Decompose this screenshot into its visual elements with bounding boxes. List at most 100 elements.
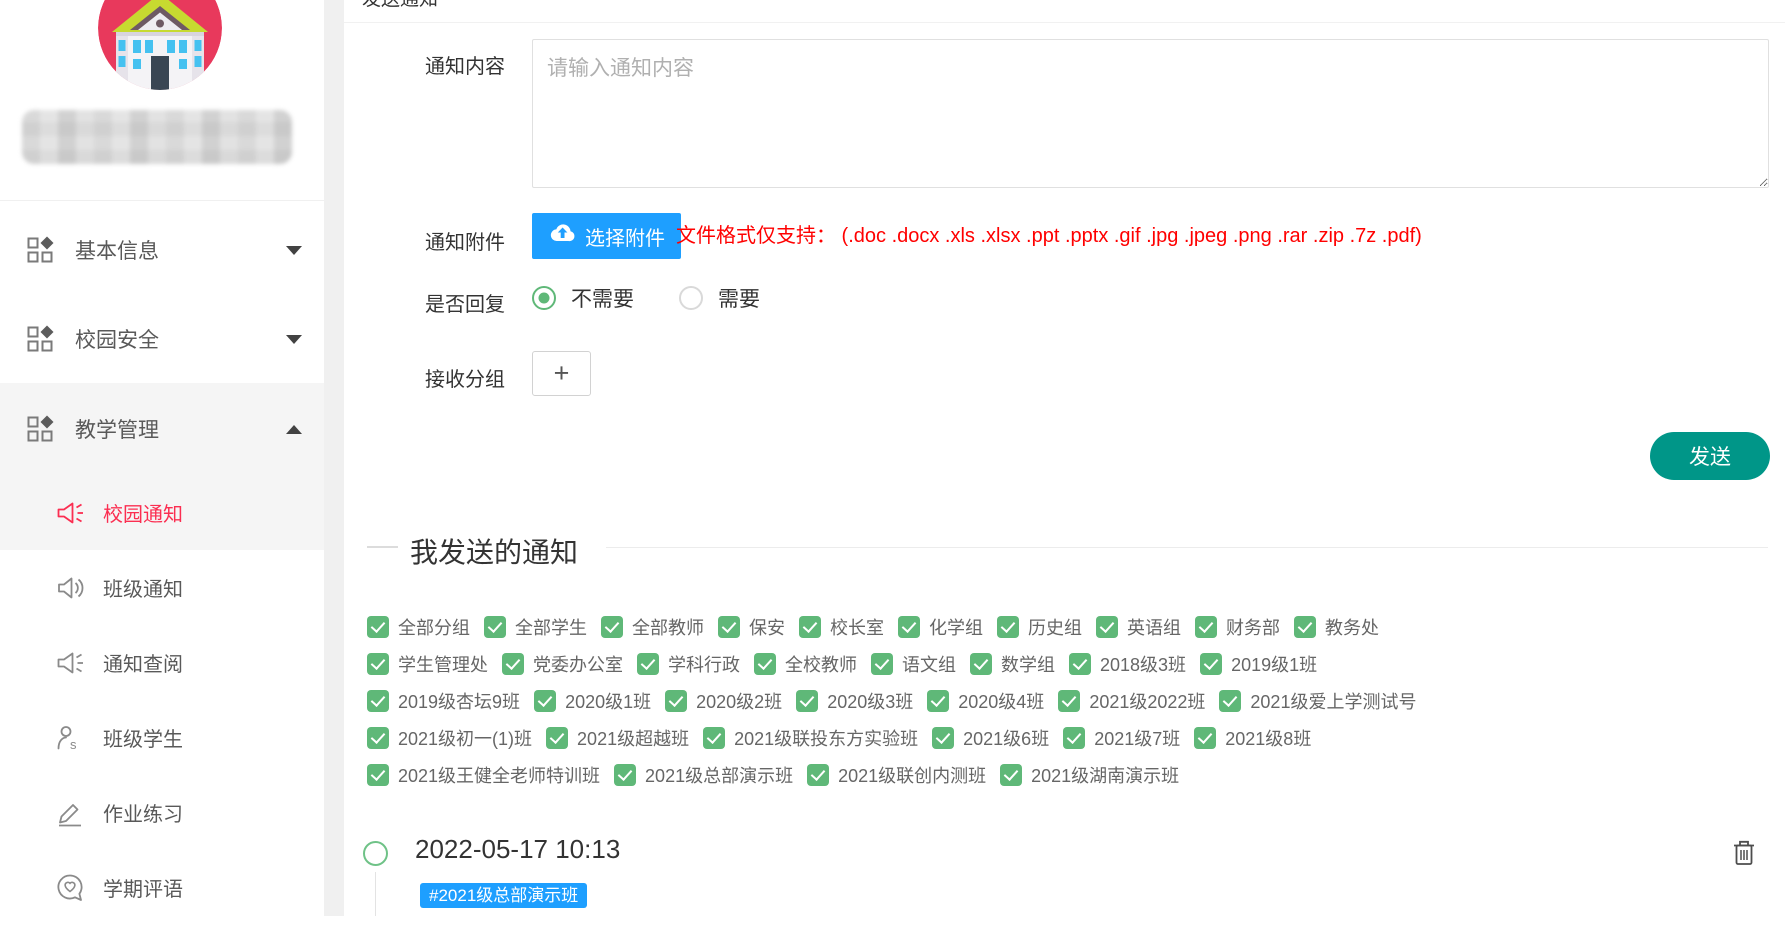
chat-heart-icon — [55, 873, 85, 903]
sidebar-item-homework-practice[interactable]: 作业练习 — [0, 775, 324, 850]
group-label: 保安 — [749, 614, 785, 640]
group-checkbox-item[interactable]: 校长室 — [799, 614, 884, 640]
school-avatar — [98, 0, 222, 90]
group-checkbox-item[interactable]: 2020级1班 — [534, 688, 651, 714]
group-label: 党委办公室 — [533, 651, 623, 677]
notice-group-tag: #2021级总部演示班 — [420, 883, 587, 908]
group-checkbox-item[interactable]: 2021级爱上学测试号 — [1219, 688, 1416, 714]
radio-selected-icon — [532, 286, 556, 310]
group-label: 2021级联创内测班 — [838, 762, 986, 788]
group-label: 数学组 — [1001, 651, 1055, 677]
group-checkbox-item[interactable]: 全部学生 — [484, 614, 587, 640]
checkbox-checked-icon — [665, 690, 687, 712]
group-checkbox-item[interactable]: 2021级湖南演示班 — [1000, 762, 1179, 788]
group-checkbox-item[interactable]: 保安 — [718, 614, 785, 640]
page-title-cutoff: 发送通知 — [362, 0, 438, 11]
group-label: 2020级2班 — [696, 688, 782, 714]
group-label: 2021级超越班 — [577, 725, 689, 751]
notice-content-input[interactable] — [532, 39, 1769, 188]
cloud-upload-icon — [548, 222, 576, 250]
radio-option-need-reply[interactable]: 需要 — [679, 283, 760, 313]
group-checkbox-item[interactable]: 2021级2022班 — [1058, 688, 1205, 714]
group-checkbox-item[interactable]: 2021级7班 — [1063, 725, 1180, 751]
group-label: 学生管理处 — [398, 651, 488, 677]
group-checkbox-item[interactable]: 英语组 — [1096, 614, 1181, 640]
checkbox-checked-icon — [367, 690, 389, 712]
grid-icon — [25, 414, 55, 444]
checkbox-checked-icon — [807, 764, 829, 786]
checkbox-checked-icon — [614, 764, 636, 786]
checkbox-checked-icon — [1194, 727, 1216, 749]
sidebar-item-notice-review[interactable]: 通知查阅 — [0, 625, 324, 700]
group-checkbox-item[interactable]: 数学组 — [970, 651, 1055, 677]
group-label: 2021级7班 — [1094, 725, 1180, 751]
group-checkbox-item[interactable]: 2021级超越班 — [546, 725, 689, 751]
group-checkbox-item[interactable]: 2021级联投东方实验班 — [703, 725, 918, 751]
group-checkbox-item[interactable]: 教务处 — [1294, 614, 1379, 640]
sidebar-item-class-students[interactable]: s 班级学生 — [0, 700, 324, 775]
group-label: 英语组 — [1127, 614, 1181, 640]
heading-rule — [606, 547, 1768, 548]
sidebar-item-term-comments[interactable]: 学期评语 — [0, 850, 324, 925]
checkbox-checked-icon — [546, 727, 568, 749]
group-checkbox-item[interactable]: 党委办公室 — [502, 651, 623, 677]
attachment-format-hint: 文件格式仅支持： (.doc .docx .xls .xlsx .ppt .pp… — [676, 213, 1422, 259]
trash-icon[interactable] — [1733, 840, 1755, 866]
checkbox-checked-icon — [1058, 690, 1080, 712]
sidebar-item-class-notice[interactable]: 班级通知 — [0, 550, 324, 625]
group-checkbox-item[interactable]: 财务部 — [1195, 614, 1280, 640]
group-checkbox-item[interactable]: 2021级8班 — [1194, 725, 1311, 751]
school-building-icon — [98, 0, 222, 90]
sidebar-item-basic-info[interactable]: 基本信息 — [0, 205, 324, 295]
group-label: 全部分组 — [398, 614, 470, 640]
sidebar: 基本信息 校园安全 教学管理 校园通知 班级通知 通知查阅 — [0, 0, 324, 916]
radio-option-label: 需要 — [718, 283, 760, 313]
timeline-dot — [363, 841, 388, 866]
group-checkbox-item[interactable]: 学生管理处 — [367, 651, 488, 677]
sidebar-item-label: 校园通知 — [103, 498, 183, 527]
group-checkbox-item[interactable]: 全部教师 — [601, 614, 704, 640]
group-label: 校长室 — [830, 614, 884, 640]
group-checkbox-item[interactable]: 2020级2班 — [665, 688, 782, 714]
group-label: 2021级2022班 — [1089, 688, 1205, 714]
group-checkbox-item[interactable]: 全部分组 — [367, 614, 470, 640]
sidebar-item-campus-notice[interactable]: 校园通知 — [0, 475, 324, 550]
group-checkbox-item[interactable]: 历史组 — [997, 614, 1082, 640]
group-checkbox-row: 学生管理处 党委办公室 学科行政 全校教师 语文组 数学组 2018级3班 20… — [367, 652, 1775, 675]
sidebar-item-label: 通知查阅 — [103, 648, 183, 677]
group-checkbox-item[interactable]: 2021级初一(1)班 — [367, 725, 532, 751]
checkbox-checked-icon — [1069, 653, 1091, 675]
sidebar-item-label: 基本信息 — [75, 235, 159, 265]
heading-dash — [367, 546, 398, 548]
group-checkbox-item[interactable]: 学科行政 — [637, 651, 740, 677]
add-group-button[interactable]: + — [532, 351, 591, 396]
group-checkbox-row: 2021级初一(1)班 2021级超越班 2021级联投东方实验班 2021级6… — [367, 726, 1775, 749]
group-label: 2021级湖南演示班 — [1031, 762, 1179, 788]
notice-content-label: 通知内容 — [425, 50, 505, 79]
checkbox-checked-icon — [796, 690, 818, 712]
group-checkbox-item[interactable]: 2021级联创内测班 — [807, 762, 986, 788]
choose-attachment-button[interactable]: 选择附件 — [532, 213, 681, 259]
group-checkbox-item[interactable]: 2018级3班 — [1069, 651, 1186, 677]
group-checkbox-item[interactable]: 2020级4班 — [927, 688, 1044, 714]
checkbox-checked-icon — [502, 653, 524, 675]
group-checkbox-item[interactable]: 2019级1班 — [1200, 651, 1317, 677]
group-checkbox-item[interactable]: 2020级3班 — [796, 688, 913, 714]
group-label: 财务部 — [1226, 614, 1280, 640]
sidebar-item-campus-safety[interactable]: 校园安全 — [0, 295, 324, 383]
group-checkbox-item[interactable]: 全校教师 — [754, 651, 857, 677]
group-label: 2019级杏坛9班 — [398, 688, 520, 714]
group-checkbox-item[interactable]: 2019级杏坛9班 — [367, 688, 520, 714]
group-checkbox-item[interactable]: 语文组 — [871, 651, 956, 677]
group-checkbox-item[interactable]: 2021级王健全老师特训班 — [367, 762, 600, 788]
group-checkbox-row: 全部分组 全部学生 全部教师 保安 校长室 化学组 历史组 英语组 财务部 教务… — [367, 615, 1775, 638]
group-checkbox-item[interactable]: 2021级6班 — [932, 725, 1049, 751]
group-label: 全部学生 — [515, 614, 587, 640]
radio-option-no-reply[interactable]: 不需要 — [532, 283, 634, 313]
sidebar-item-teaching-management[interactable]: 教学管理 — [0, 383, 324, 475]
choose-attachment-label: 选择附件 — [585, 222, 665, 251]
send-button[interactable]: 发送 — [1650, 432, 1770, 480]
group-checkbox-item[interactable]: 化学组 — [898, 614, 983, 640]
group-label: 2020级1班 — [565, 688, 651, 714]
group-checkbox-item[interactable]: 2021级总部演示班 — [614, 762, 793, 788]
